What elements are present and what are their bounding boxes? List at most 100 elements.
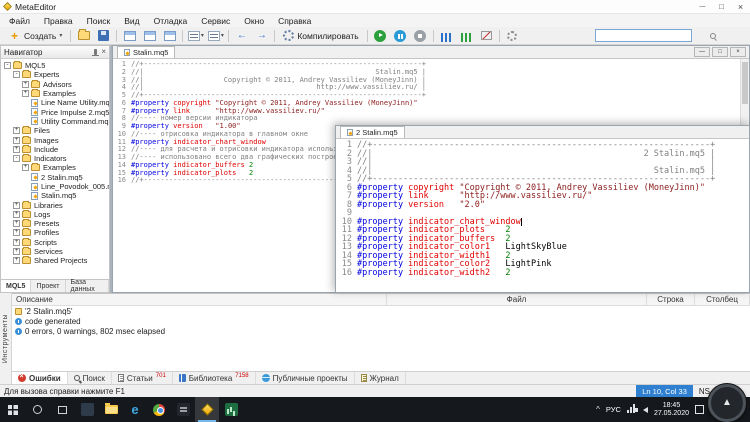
tab-articles[interactable]: Статьи701 xyxy=(112,372,173,384)
expand-icon[interactable]: + xyxy=(13,202,20,209)
toolbar-chart-line-button[interactable] xyxy=(477,28,496,44)
menu-view[interactable]: Вид xyxy=(117,14,146,27)
expand-icon[interactable]: + xyxy=(13,239,20,246)
taskbar-app-metaeditor[interactable] xyxy=(195,397,219,422)
taskbar-app-explorer[interactable] xyxy=(99,397,123,422)
expand-icon[interactable]: + xyxy=(22,81,29,88)
tree-item[interactable]: Line Name Utility.mq5 xyxy=(1,98,109,107)
toolbar-open-button[interactable] xyxy=(74,28,93,44)
tab-search[interactable]: Поиск xyxy=(68,372,112,384)
tree-item[interactable]: -Indicators xyxy=(1,154,109,163)
clock[interactable]: 18:45 27.05.2020 xyxy=(654,402,689,418)
network-icon[interactable] xyxy=(627,410,629,413)
taskbar-app-dark1[interactable] xyxy=(75,397,99,422)
tools-strip[interactable]: Инструменты xyxy=(0,293,12,384)
toolbar-options-button[interactable] xyxy=(503,28,522,44)
tree-item[interactable]: +Files xyxy=(1,126,109,135)
expand-icon[interactable]: + xyxy=(13,127,20,134)
toolbar-save-button[interactable] xyxy=(94,28,113,44)
search-button[interactable] xyxy=(25,397,50,422)
task-view-button[interactable] xyxy=(50,397,75,422)
menu-tools[interactable]: Сервис xyxy=(194,14,237,27)
toolbar-periods-button[interactable]: ▾ xyxy=(206,28,225,44)
mdi-minimize-button[interactable]: — xyxy=(694,47,710,57)
output-row[interactable]: 0 errors, 0 warnings, 802 msec elapsed xyxy=(12,326,750,336)
collapse-icon[interactable]: - xyxy=(13,155,20,162)
tree-item[interactable]: Utility Command.mq5 xyxy=(1,117,109,126)
expand-icon[interactable]: + xyxy=(13,248,20,255)
close-button[interactable] xyxy=(731,0,750,14)
action-center-icon[interactable] xyxy=(695,405,704,414)
tree-item[interactable]: +Images xyxy=(1,135,109,144)
language-indicator[interactable]: РУС xyxy=(606,405,621,414)
tree-item[interactable]: +Advisors xyxy=(1,80,109,89)
menu-search[interactable]: Поиск xyxy=(80,14,118,27)
toolbar-chart-bars-button[interactable] xyxy=(437,28,456,44)
expand-icon[interactable]: + xyxy=(13,137,20,144)
tree-item[interactable]: Stalin.mq5 xyxy=(1,191,109,200)
toolbar-back-button[interactable] xyxy=(232,28,251,44)
expand-icon[interactable]: + xyxy=(22,90,29,97)
file-tab-stalin[interactable]: Stalin.mq5 xyxy=(117,46,175,58)
tree-item[interactable]: +Services xyxy=(1,247,109,256)
scrollbar-thumb[interactable] xyxy=(742,62,748,104)
collapse-icon[interactable]: - xyxy=(4,62,11,69)
tree-item[interactable]: Line_Povodok_005.mq5 xyxy=(1,182,109,191)
tree-item[interactable]: +Examples xyxy=(1,163,109,172)
tree-item[interactable]: +Scripts xyxy=(1,238,109,247)
expand-icon[interactable]: + xyxy=(13,211,20,218)
start-button[interactable] xyxy=(0,397,25,422)
tab-journal[interactable]: Журнал xyxy=(355,372,406,384)
tree-item[interactable]: 2 Stalin.mq5 xyxy=(1,173,109,182)
pin-icon[interactable] xyxy=(94,49,97,55)
toolbar-profiles-button[interactable] xyxy=(120,28,139,44)
tree-item[interactable]: +Libraries xyxy=(1,200,109,209)
toolbar-compile-button[interactable]: Компилировать xyxy=(278,28,363,44)
tree-item[interactable]: +Presets xyxy=(1,219,109,228)
toolbar-snippets-button[interactable] xyxy=(140,28,159,44)
column-file[interactable]: Файл xyxy=(387,294,647,305)
tree-item[interactable]: +Include xyxy=(1,145,109,154)
maximize-button[interactable] xyxy=(712,0,731,14)
menu-help[interactable]: Справка xyxy=(271,14,318,27)
mdi-close-button[interactable]: × xyxy=(730,47,746,57)
tree-item[interactable]: +Profiles xyxy=(1,228,109,237)
navigator-tab-Проект[interactable]: Проект xyxy=(31,280,65,292)
menu-window[interactable]: Окно xyxy=(237,14,271,27)
expand-icon[interactable]: + xyxy=(13,257,20,264)
menu-debug[interactable]: Отладка xyxy=(147,14,195,27)
toolbar-debug-history-button[interactable] xyxy=(391,28,410,44)
navigator-tab-MQL5[interactable]: MQL5 xyxy=(1,280,31,292)
file-tab-2stalin[interactable]: 2 Stalin.mq5 xyxy=(340,126,405,138)
toolbar-symbols-button[interactable]: ▾ xyxy=(186,28,205,44)
menu-edit[interactable]: Правка xyxy=(37,14,80,27)
tree-item[interactable]: -MQL5 xyxy=(1,61,109,70)
tab-public-projects[interactable]: Публичные проекты xyxy=(256,372,355,384)
output-row[interactable]: '2 Stalin.mq5' xyxy=(12,306,750,316)
taskbar-app-dark2[interactable] xyxy=(171,397,195,422)
navigator-tab-База данных[interactable]: База данных xyxy=(66,280,109,292)
toolbar-profiler-button[interactable] xyxy=(411,28,430,44)
toolbar-chart-candles-button[interactable] xyxy=(457,28,476,44)
menu-file[interactable]: Файл xyxy=(2,14,37,27)
toolbar-start-debug-button[interactable] xyxy=(371,28,390,44)
expand-icon[interactable]: + xyxy=(13,229,20,236)
code-editor-2stalin[interactable]: 1//+------------------------------------… xyxy=(336,139,749,292)
mdi-restore-button[interactable]: □ xyxy=(712,47,728,57)
expand-icon[interactable]: + xyxy=(13,220,20,227)
tree-item[interactable]: Price Impulse 2.mq5 xyxy=(1,107,109,116)
tree-item[interactable]: -Experts xyxy=(1,70,109,79)
volume-icon[interactable] xyxy=(643,407,648,413)
minimize-button[interactable] xyxy=(693,0,712,14)
output-row[interactable]: code generated xyxy=(12,316,750,326)
toolbar-styler-button[interactable] xyxy=(160,28,179,44)
expand-icon[interactable]: + xyxy=(13,146,20,153)
tab-errors[interactable]: Ошибки xyxy=(12,372,68,384)
recorder-overlay-button[interactable]: ▲ xyxy=(708,384,746,422)
column-description[interactable]: Описание xyxy=(12,294,387,305)
collapse-icon[interactable]: - xyxy=(13,71,20,78)
taskbar-app-chrome[interactable] xyxy=(147,397,171,422)
taskbar-app-edge[interactable] xyxy=(123,397,147,422)
toolbar-new-button[interactable]: Создать▾ xyxy=(3,28,67,44)
toolbar-forward-button[interactable] xyxy=(252,28,271,44)
